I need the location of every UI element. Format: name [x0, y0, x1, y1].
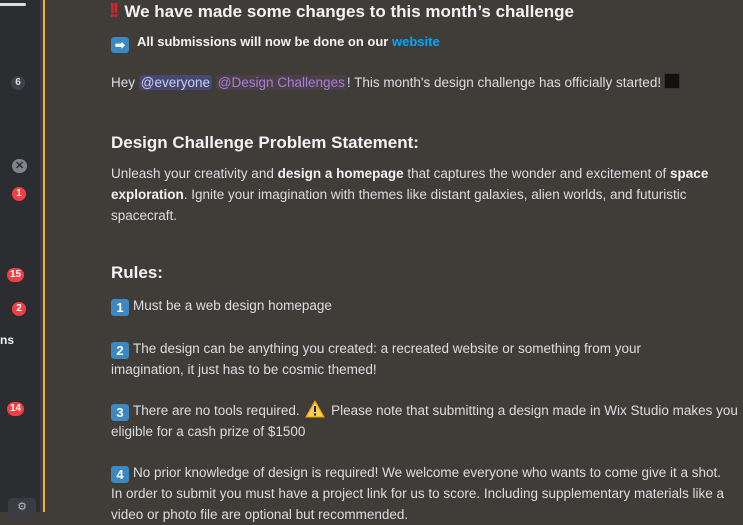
unread-count-badge: 6	[11, 76, 25, 90]
number-1-icon: 1	[111, 299, 129, 316]
problem-bold: design a homepage	[277, 166, 404, 181]
number-2-icon: 2	[111, 342, 129, 359]
website-link[interactable]: website	[392, 34, 440, 49]
number-4-icon: 4	[111, 466, 129, 483]
problem-text: that captures the wonder and excitement …	[403, 166, 671, 181]
rule-item: 4 No prior knowledge of design is require…	[111, 462, 731, 525]
rule-text: The design can be anything you created: …	[111, 341, 642, 377]
rule-item: 1 Must be a web design homepage	[111, 295, 332, 316]
everyone-mention[interactable]: @everyone	[138, 75, 213, 90]
greeting-end: ! This month's design challenge has offi…	[346, 75, 662, 90]
problem-text: Unleash your creativity and	[111, 166, 278, 181]
settings-icon[interactable]: ⚙	[8, 498, 36, 518]
submission-notice: ➡ All submissions will now be done on our…	[111, 34, 440, 53]
custom-emoji-icon	[664, 73, 681, 89]
warning-icon	[305, 400, 326, 418]
rule-text: There are no tools required.	[133, 403, 300, 418]
rule-text: No prior knowledge of design is required…	[111, 465, 725, 522]
mention-badge: 1	[12, 187, 26, 201]
rule-item: 3 There are no tools required. Please not…	[111, 400, 743, 442]
problem-text: . Ignite your imagination with themes li…	[111, 187, 687, 223]
rule-text: Must be a web design homepage	[133, 298, 332, 313]
mention-badge: 14	[7, 402, 25, 416]
greeting-start: Hey	[111, 75, 136, 90]
arrow-right-icon: ➡	[111, 37, 129, 53]
problem-paragraph: Unleash your creativity and design a hom…	[111, 163, 743, 226]
headline: !! We have made some changes to this mont…	[109, 0, 574, 23]
mention-highlight-bar	[43, 0, 45, 512]
double-exclamation-icon: !!	[109, 0, 119, 22]
role-mention[interactable]: @Design Challenges	[215, 75, 347, 90]
rule-item: 2 The design can be anything you created:…	[111, 338, 711, 380]
mention-badge: 15	[7, 268, 25, 282]
sidebar-selection-indicator	[0, 3, 26, 6]
problem-heading: Design Challenge Problem Statement:	[111, 133, 419, 152]
rules-heading: Rules:	[111, 263, 163, 282]
submission-notice-text: All submissions will now be done on our	[137, 34, 389, 49]
greeting-paragraph: Hey @everyone @Design Challenges! This m…	[111, 72, 681, 93]
dismiss-icon[interactable]: ✕	[12, 159, 28, 173]
mention-badge: 2	[12, 302, 26, 316]
number-3-icon: 3	[111, 404, 129, 421]
headline-text: We have made some changes to this month’…	[124, 2, 575, 21]
channel-sidebar: 6 ✕ 1 15 2 ns 14 ⚙	[0, 0, 40, 518]
channel-name-fragment[interactable]: ns	[0, 333, 14, 347]
